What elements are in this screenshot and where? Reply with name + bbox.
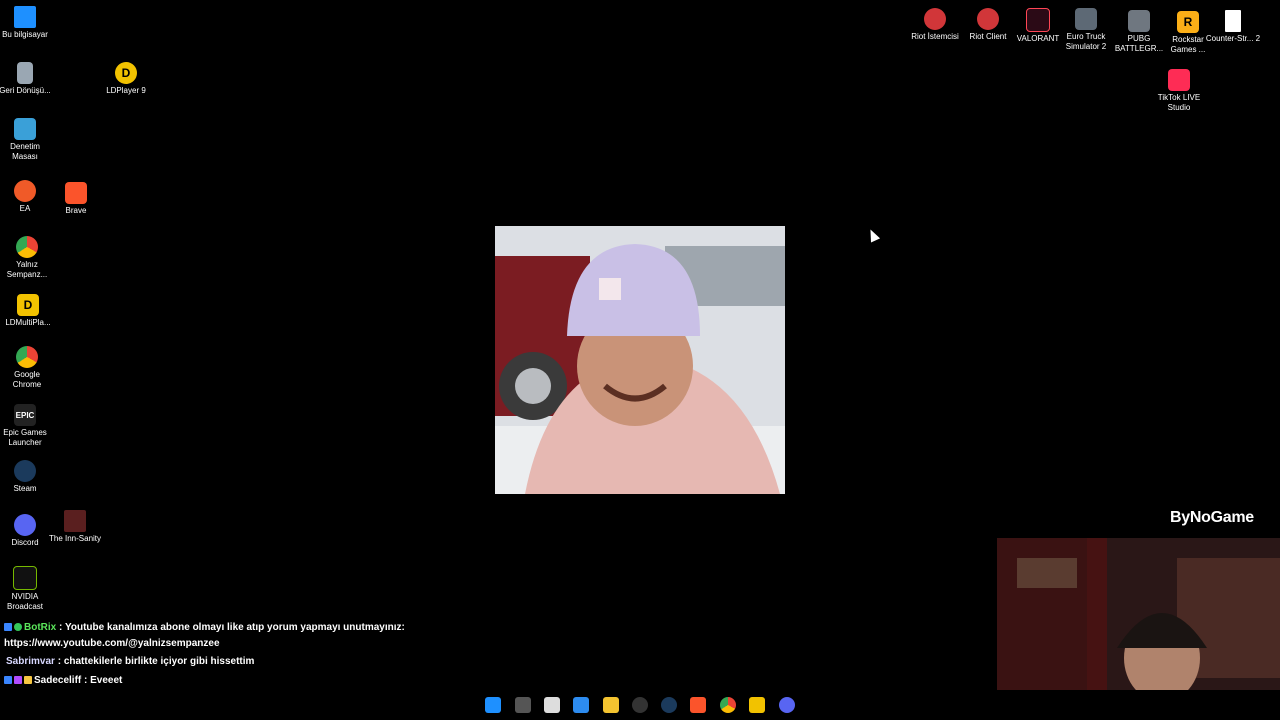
file-icon	[1225, 10, 1241, 32]
photos-icon[interactable]	[573, 697, 589, 713]
chat-line-4: Sadeceliff : Eveeet	[4, 675, 122, 687]
chat-message: chattekilerle birlikte içiyor gibi hisse…	[63, 656, 255, 667]
chat-line-3: Sabrimvar : chattekilerle birlikte içiyo…	[6, 656, 255, 667]
desktop-icon-brave[interactable]: Brave	[48, 182, 104, 216]
broadcaster-badge-icon	[4, 676, 12, 685]
desktop-icon-riot-istemcisi[interactable]: Riot İstemcisi	[907, 8, 963, 42]
recycle-bin-icon	[17, 62, 33, 84]
brave-icon	[65, 182, 87, 204]
tiktok-icon	[1168, 69, 1190, 91]
chat-message: Eveeet	[90, 675, 123, 686]
brave-icon[interactable]	[690, 697, 706, 713]
chat-message: Youtube kanalımıza abone olmayı like atı…	[64, 622, 405, 633]
pubg-icon	[1128, 10, 1150, 32]
windows-start-icon[interactable]	[485, 697, 501, 713]
desktop-icon-pubg[interactable]: PUBG BATTLEGR...	[1111, 10, 1167, 54]
riot-icon	[924, 8, 946, 30]
chrome-icon[interactable]	[720, 697, 736, 713]
gift-badge-icon	[24, 676, 32, 685]
file-explorer-icon[interactable]	[603, 697, 619, 713]
sub-badge-icon	[14, 676, 22, 685]
desktop-icon-recycle-bin[interactable]: Geri Dönüşü...	[0, 62, 53, 96]
photo-illustration	[495, 226, 785, 494]
epic-games-icon: EPIC	[14, 404, 36, 426]
nvidia-icon	[13, 566, 37, 590]
ea-icon	[14, 180, 36, 202]
chat-username: Sadeceliff	[34, 675, 82, 686]
chat-username: Sabrimvar	[6, 656, 55, 667]
valorant-icon	[1026, 8, 1050, 32]
desktop-icon-discord[interactable]: Discord	[0, 514, 53, 548]
desktop-icon-counter-strike-2[interactable]: Counter-Str... 2	[1205, 10, 1261, 44]
chat-line-1: BotRix : Youtube kanalımıza abone olmayı…	[4, 622, 405, 634]
obs-icon[interactable]	[632, 697, 648, 713]
chrome-profile-icon	[16, 236, 38, 258]
desktop-icon-euro-truck-simulator-2[interactable]: Euro Truck Simulator 2	[1058, 8, 1114, 52]
desktop-icon-ldmultiplayer[interactable]: D LDMultiPla...	[0, 294, 56, 328]
chat-line-2: https://www.youtube.com/@yalnizsempanzee	[4, 638, 220, 650]
verified-badge-icon	[14, 623, 22, 632]
control-panel-icon	[14, 118, 36, 140]
mouse-cursor	[865, 227, 881, 243]
chat-message: https://www.youtube.com/@yalnizsempanzee	[4, 638, 220, 649]
desktop-icon-nvidia-broadcast[interactable]: NVIDIA Broadcast	[0, 566, 53, 612]
desktop-icon-riot-client[interactable]: Riot Client	[960, 8, 1016, 42]
desktop-icon-epic-games[interactable]: EPIC Epic Games Launcher	[0, 404, 53, 448]
riot-icon	[977, 8, 999, 30]
ldmultiplayer-icon: D	[17, 294, 39, 316]
broadcaster-badge-icon	[4, 623, 12, 632]
desktop-icon-steam[interactable]: Steam	[0, 460, 53, 494]
truck-icon	[1075, 8, 1097, 30]
desktop-icon-ldplayer-9[interactable]: D LDPlayer 9	[98, 62, 154, 96]
desktop-icon-the-inn-sanity[interactable]: The Inn-Sanity	[47, 510, 103, 544]
monitor-icon	[14, 6, 36, 28]
chrome-icon	[16, 346, 38, 368]
taskbar	[0, 690, 1280, 720]
ldplayer-icon: D	[115, 62, 137, 84]
desktop-icon-yalniz-sempanze[interactable]: Yalnız Sempanz...	[0, 236, 55, 280]
snipping-tool-icon[interactable]	[544, 697, 560, 713]
desktop-icon-google-chrome[interactable]: Google Chrome	[0, 346, 55, 390]
center-photo	[495, 226, 785, 494]
desktop-icon-this-pc[interactable]: Bu bilgisayar	[0, 6, 53, 40]
discord-icon[interactable]	[779, 697, 795, 713]
game-icon	[64, 510, 86, 532]
task-view-icon[interactable]	[515, 697, 531, 713]
desktop-icon-control-panel[interactable]: Denetim Masası	[0, 118, 53, 162]
desktop-icon-ea[interactable]: EA	[0, 180, 53, 214]
bynogame-logo: ByNoGame	[1170, 509, 1254, 526]
steam-icon	[14, 460, 36, 482]
desktop-icon-tiktok-live-studio[interactable]: TikTok LIVE Studio	[1151, 69, 1207, 113]
ldplayer-icon[interactable]	[749, 697, 765, 713]
chat-username: BotRix	[24, 622, 57, 633]
discord-icon	[14, 514, 36, 536]
steam-icon[interactable]	[661, 697, 677, 713]
rockstar-icon: R	[1177, 11, 1199, 33]
